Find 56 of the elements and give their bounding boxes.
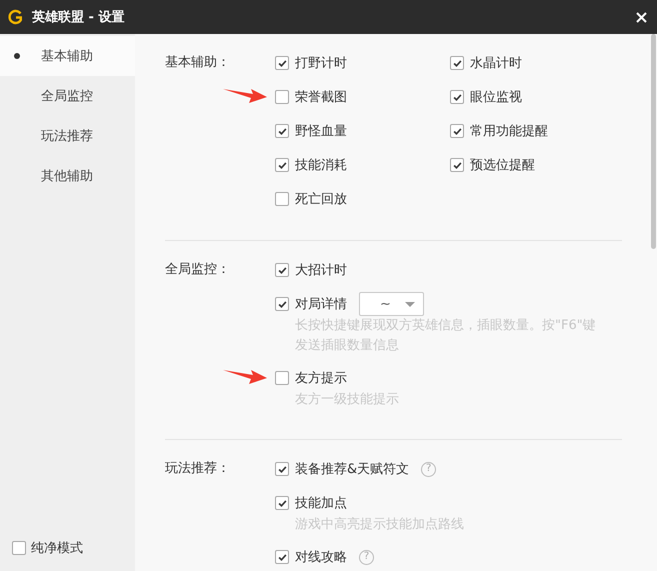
option-label: 友方提示 <box>295 370 347 387</box>
option-label: 野怪血量 <box>295 123 347 140</box>
checkbox[interactable] <box>450 90 464 104</box>
option-label: 技能消耗 <box>295 157 347 174</box>
checkmark-icon <box>276 58 288 68</box>
checkbox[interactable] <box>450 56 464 70</box>
checkbox[interactable] <box>275 56 289 70</box>
checkmark-icon <box>276 126 288 136</box>
window-title: 英雄联盟 - 设置 <box>32 9 126 26</box>
pure-mode-label: 纯净模式 <box>31 540 83 557</box>
checkbox[interactable] <box>275 192 289 206</box>
checkmark-icon <box>276 464 288 474</box>
checkbox[interactable] <box>450 124 464 138</box>
section-label: 基本辅助： <box>165 54 231 72</box>
checkbox[interactable] <box>275 90 289 104</box>
option-label: 打野计时 <box>295 55 347 72</box>
sidebar-item[interactable]: 其他辅助 <box>0 156 135 196</box>
checkbox[interactable] <box>275 550 289 564</box>
checkbox[interactable] <box>275 462 289 476</box>
checkbox[interactable] <box>275 297 289 311</box>
checkmark-icon <box>276 498 288 508</box>
hotkey-dropdown[interactable]: ~ <box>359 292 424 316</box>
sidebar-item[interactable]: 全局监控 <box>0 76 135 116</box>
option-label: 对局详情 <box>295 296 347 313</box>
checkbox[interactable] <box>275 496 289 510</box>
option-label: 眼位监视 <box>470 89 522 106</box>
option-label: 技能加点 <box>295 495 347 512</box>
option-label: 预选位提醒 <box>470 157 535 174</box>
checkmark-icon <box>452 92 462 102</box>
checkbox[interactable] <box>450 158 464 172</box>
checkbox[interactable] <box>275 158 289 172</box>
option-label: 荣誉截图 <box>295 89 347 106</box>
checkmark-icon <box>276 552 288 562</box>
option-label: 大招计时 <box>295 262 347 279</box>
option-label: 装备推荐&天赋符文 <box>295 461 410 478</box>
sidebar-item[interactable]: 玩法推荐 <box>0 116 135 156</box>
section-label: 玩法推荐： <box>165 460 231 478</box>
checkmark-icon <box>276 160 288 170</box>
checkmark-icon <box>452 58 462 68</box>
option-label: 死亡回放 <box>295 191 347 208</box>
option-label: 水晶计时 <box>470 55 522 72</box>
sidebar-item[interactable]: 基本辅助 <box>0 36 135 76</box>
option-label: 对线攻略 <box>295 549 347 566</box>
checkbox[interactable] <box>275 263 289 277</box>
checkbox[interactable] <box>275 371 289 385</box>
checkmark-icon <box>276 298 288 310</box>
checkbox[interactable] <box>275 124 289 138</box>
app-logo-icon <box>8 8 23 26</box>
checkmark-icon <box>452 160 462 170</box>
option-label: 常用功能提醒 <box>470 123 548 140</box>
section-label: 全局监控： <box>165 261 231 279</box>
checkbox[interactable] <box>12 541 26 555</box>
scrollbar[interactable] <box>651 34 656 249</box>
checkmark-icon <box>452 126 462 136</box>
close-icon[interactable] <box>636 12 647 22</box>
checkmark-icon <box>276 264 288 276</box>
